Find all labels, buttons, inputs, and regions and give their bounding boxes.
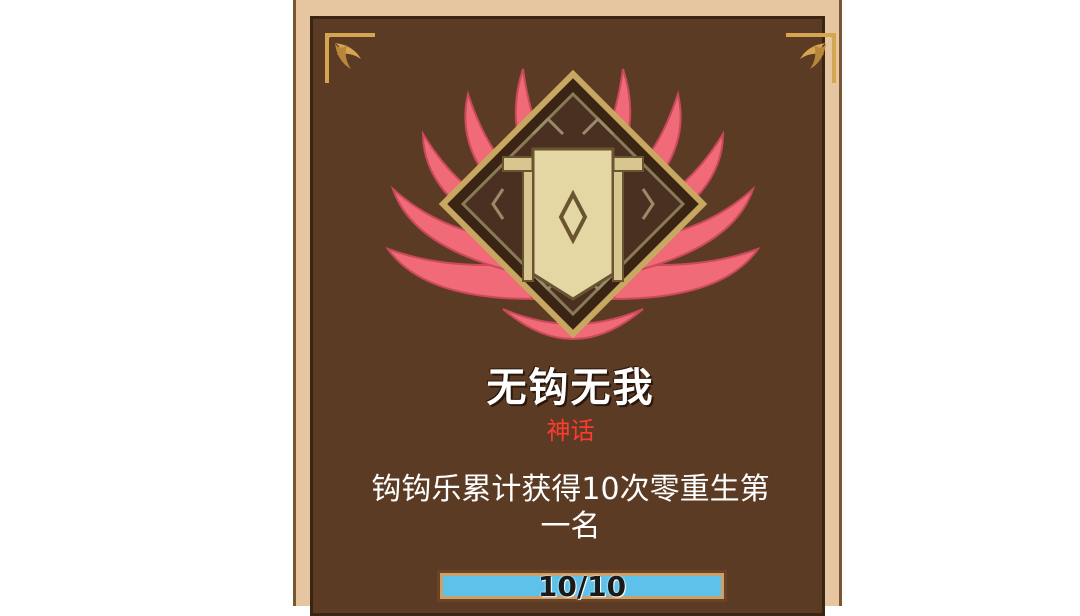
winged-banner-badge-icon	[385, 68, 761, 340]
achievement-card: 无钩无我 神话 钩钩乐累计获得10次零重生第一名 10/10	[293, 0, 842, 616]
achievement-title: 无钩无我	[486, 365, 655, 411]
progress-bar: 10/10	[437, 570, 727, 603]
corner-ornament-icon	[786, 33, 836, 83]
corner-ornament-icon	[325, 33, 375, 83]
achievement-panel: 无钩无我 神话 钩钩乐累计获得10次零重生第一名 10/10	[310, 16, 836, 616]
progress-text: 10/10	[537, 570, 627, 603]
rarity-label: 神话	[546, 417, 595, 445]
achievement-description: 钩钩乐累计获得10次零重生第一名	[371, 472, 770, 544]
